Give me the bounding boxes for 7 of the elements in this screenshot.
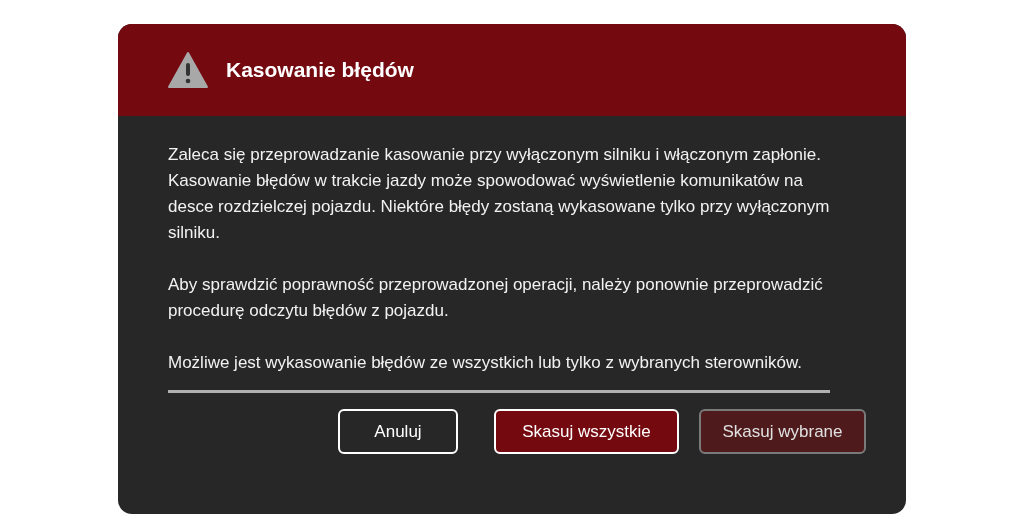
paragraph: Aby sprawdzić poprawność przeprowadzonej operacji, należy ponownie przeprowadzić procedurę odczytu błędów z pojazdu. [168, 274, 824, 322]
paragraph: Zaleca się przeprowadzanie kasowanie przy wyłączonym silniku i włączonym zapłonie. Kasowanie błędów w trakcie jazdy może spowodować wyświetlenie komunikatów na desce rozdzielczej pojazdu. Niektóre błędy zostaną wykasowane tylko przy wyłączonym silniku. [168, 144, 830, 244]
paragraph: Możliwe jest wykasowanie błędów ze wszystkich lub tylko z wybranych sterowników. [168, 352, 803, 374]
warning-icon [168, 52, 208, 88]
dialog-title: Kasowanie błędów [226, 57, 414, 84]
delete-button[interactable]: Skasuj wszystkie [494, 409, 679, 454]
cancel-button[interactable]: Anuluj [338, 409, 458, 454]
